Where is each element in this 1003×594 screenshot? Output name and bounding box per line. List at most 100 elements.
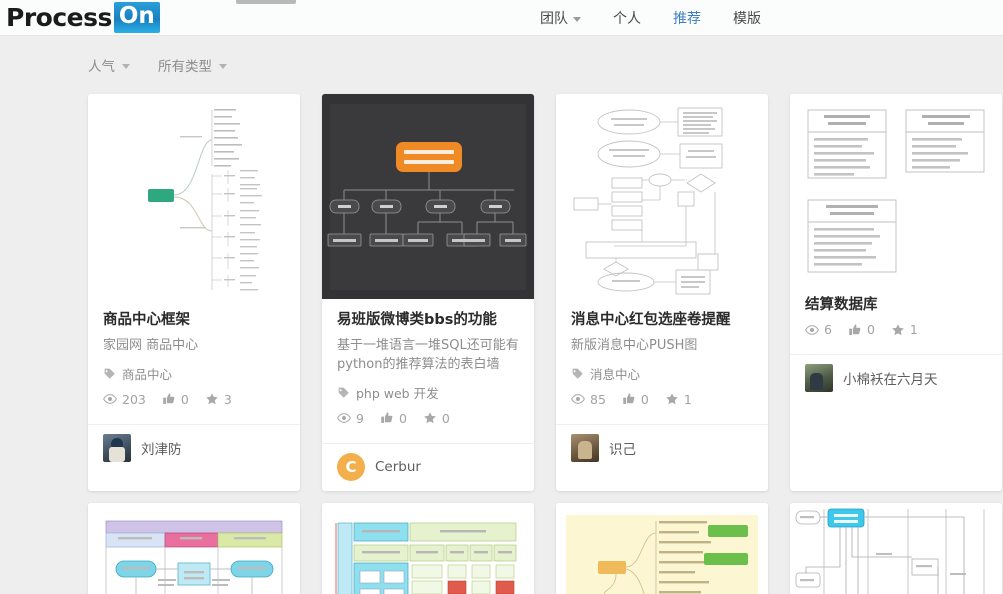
card-tag-label: 消息中心 bbox=[590, 364, 640, 383]
stat-stars: 1 bbox=[665, 392, 692, 407]
card-title: 消息中心红包选座卷提醒 bbox=[571, 311, 753, 329]
card-body: 消息中心红包选座卷提醒 新版消息中心PUSH图 消息中心 85 bbox=[556, 299, 768, 424]
template-card[interactable] bbox=[322, 503, 534, 594]
eye-icon bbox=[337, 411, 351, 425]
card-author-row[interactable]: 识己 bbox=[556, 424, 768, 472]
thumbs-up-icon bbox=[162, 392, 176, 406]
card-description: 家园网 商品中心 bbox=[103, 337, 285, 356]
nav-item-templates[interactable]: 模版 bbox=[733, 8, 761, 28]
filter-label: 人气 bbox=[88, 55, 115, 75]
card-thumbnail-db-tables[interactable] bbox=[790, 94, 1002, 284]
template-grid: 商品中心框架 家园网 商品中心 商品中心 203 bbox=[0, 94, 1003, 594]
stat-stars-value: 1 bbox=[684, 392, 692, 407]
avatar[interactable] bbox=[805, 364, 833, 392]
card-thumbnail-tree-dark[interactable] bbox=[322, 94, 534, 299]
stat-views: 9 bbox=[337, 411, 364, 426]
card-thumbnail-flowchart[interactable] bbox=[556, 94, 768, 299]
nav-item-label: 个人 bbox=[613, 8, 641, 28]
nav-item-label: 模版 bbox=[733, 8, 761, 28]
card-author-row[interactable]: C Cerbur bbox=[322, 443, 534, 491]
nav-item-personal[interactable]: 个人 bbox=[613, 8, 641, 28]
card-body: 易班版微博类bbs的功能 基于一堆语言一堆SQL还可能有python的推荐算法的… bbox=[322, 299, 534, 443]
stat-stars-value: 3 bbox=[224, 392, 232, 407]
filter-bar: 人气 所有类型 bbox=[0, 36, 1003, 94]
avatar-letter: C bbox=[345, 458, 356, 476]
template-card[interactable]: 结算数据库 6 0 bbox=[790, 94, 1002, 491]
stat-views: 85 bbox=[571, 392, 606, 407]
stat-stars: 0 bbox=[423, 411, 450, 426]
eye-icon bbox=[805, 323, 819, 337]
template-card[interactable]: 商品中心框架 家园网 商品中心 商品中心 203 bbox=[88, 94, 300, 491]
star-icon bbox=[205, 392, 219, 406]
processon-logo[interactable]: Process On bbox=[6, 3, 160, 33]
card-body: 商品中心框架 家园网 商品中心 商品中心 203 bbox=[88, 299, 300, 424]
logo-text: Process bbox=[6, 5, 112, 30]
top-scroll-stub bbox=[236, 0, 296, 4]
swimlane-diagram-thumbnail-art bbox=[88, 503, 300, 594]
nav-item-team[interactable]: 团队 bbox=[540, 8, 581, 28]
yellow-mindmap-thumbnail-art bbox=[556, 503, 768, 594]
stat-likes: 0 bbox=[622, 392, 649, 407]
card-title: 结算数据库 bbox=[805, 296, 987, 314]
stat-likes: 0 bbox=[380, 411, 407, 426]
main-nav: 团队 个人 推荐 模版 bbox=[540, 0, 761, 36]
eye-icon bbox=[103, 392, 117, 406]
template-card[interactable] bbox=[790, 503, 1002, 594]
avatar[interactable] bbox=[571, 434, 599, 462]
template-card[interactable] bbox=[88, 503, 300, 594]
card-thumbnail-swimlane-color[interactable] bbox=[88, 503, 300, 594]
tag-icon bbox=[337, 386, 350, 399]
card-thumbnail-mindmap[interactable] bbox=[88, 94, 300, 299]
database-diagram-thumbnail-art bbox=[790, 94, 1002, 284]
template-card[interactable]: 消息中心红包选座卷提醒 新版消息中心PUSH图 消息中心 85 bbox=[556, 94, 768, 491]
tree-diagram-thumbnail-art bbox=[322, 94, 534, 299]
thumbs-up-icon bbox=[848, 323, 862, 337]
template-card[interactable]: 易班版微博类bbs的功能 基于一堆语言一堆SQL还可能有python的推荐算法的… bbox=[322, 94, 534, 491]
flowchart-thumbnail-art bbox=[556, 94, 768, 299]
card-tag-row[interactable]: 消息中心 bbox=[571, 364, 753, 383]
card-tag-row[interactable]: php web 开发 bbox=[337, 383, 519, 402]
card-description: 新版消息中心PUSH图 bbox=[571, 337, 753, 356]
card-thumbnail-mindmap-yellow[interactable] bbox=[556, 503, 768, 594]
filter-label: 所有类型 bbox=[158, 55, 212, 75]
star-icon bbox=[665, 392, 679, 406]
card-body: 结算数据库 6 0 bbox=[790, 284, 1002, 354]
card-stats: 85 0 1 bbox=[571, 392, 753, 418]
author-name: 小棉袄在六月天 bbox=[843, 368, 938, 388]
stat-stars: 3 bbox=[205, 392, 232, 407]
app-header: Process On 团队 个人 推荐 模版 bbox=[0, 0, 1003, 36]
stat-views: 6 bbox=[805, 322, 832, 337]
logo-badge: On bbox=[114, 2, 160, 33]
avatar[interactable] bbox=[103, 434, 131, 462]
card-tag-label: php web 开发 bbox=[356, 383, 439, 402]
stat-stars-value: 0 bbox=[442, 411, 450, 426]
card-author-row[interactable]: 刘津防 bbox=[88, 424, 300, 472]
stat-likes: 0 bbox=[848, 322, 875, 337]
stat-likes-value: 0 bbox=[399, 411, 407, 426]
chevron-down-icon bbox=[219, 64, 227, 69]
template-card[interactable] bbox=[556, 503, 768, 594]
tag-icon bbox=[571, 367, 584, 380]
thumbs-up-icon bbox=[622, 392, 636, 406]
tag-icon bbox=[103, 367, 116, 380]
author-name: 识己 bbox=[609, 438, 636, 458]
card-title: 商品中心框架 bbox=[103, 311, 285, 329]
nav-item-recommend[interactable]: 推荐 bbox=[673, 8, 701, 28]
stat-views-value: 203 bbox=[122, 392, 146, 407]
filter-type[interactable]: 所有类型 bbox=[158, 55, 227, 75]
card-title: 易班版微博类bbs的功能 bbox=[337, 311, 519, 329]
matrix-diagram-thumbnail-art bbox=[322, 503, 534, 594]
chevron-down-icon bbox=[122, 64, 130, 69]
card-tag-row[interactable]: 商品中心 bbox=[103, 364, 285, 383]
card-author-row[interactable]: 小棉袄在六月天 bbox=[790, 354, 1002, 402]
stat-stars: 1 bbox=[891, 322, 918, 337]
card-thumbnail-flow-cyan[interactable] bbox=[790, 503, 1002, 594]
card-stats: 203 0 3 bbox=[103, 392, 285, 418]
card-thumbnail-swimlane-green[interactable] bbox=[322, 503, 534, 594]
card-description: 基于一堆语言一堆SQL还可能有python的推荐算法的表白墙 bbox=[337, 337, 519, 375]
card-tag-label: 商品中心 bbox=[122, 364, 172, 383]
avatar[interactable]: C bbox=[337, 453, 365, 481]
filter-popularity[interactable]: 人气 bbox=[88, 55, 130, 75]
author-name: 刘津防 bbox=[141, 438, 182, 458]
stat-likes-value: 0 bbox=[641, 392, 649, 407]
